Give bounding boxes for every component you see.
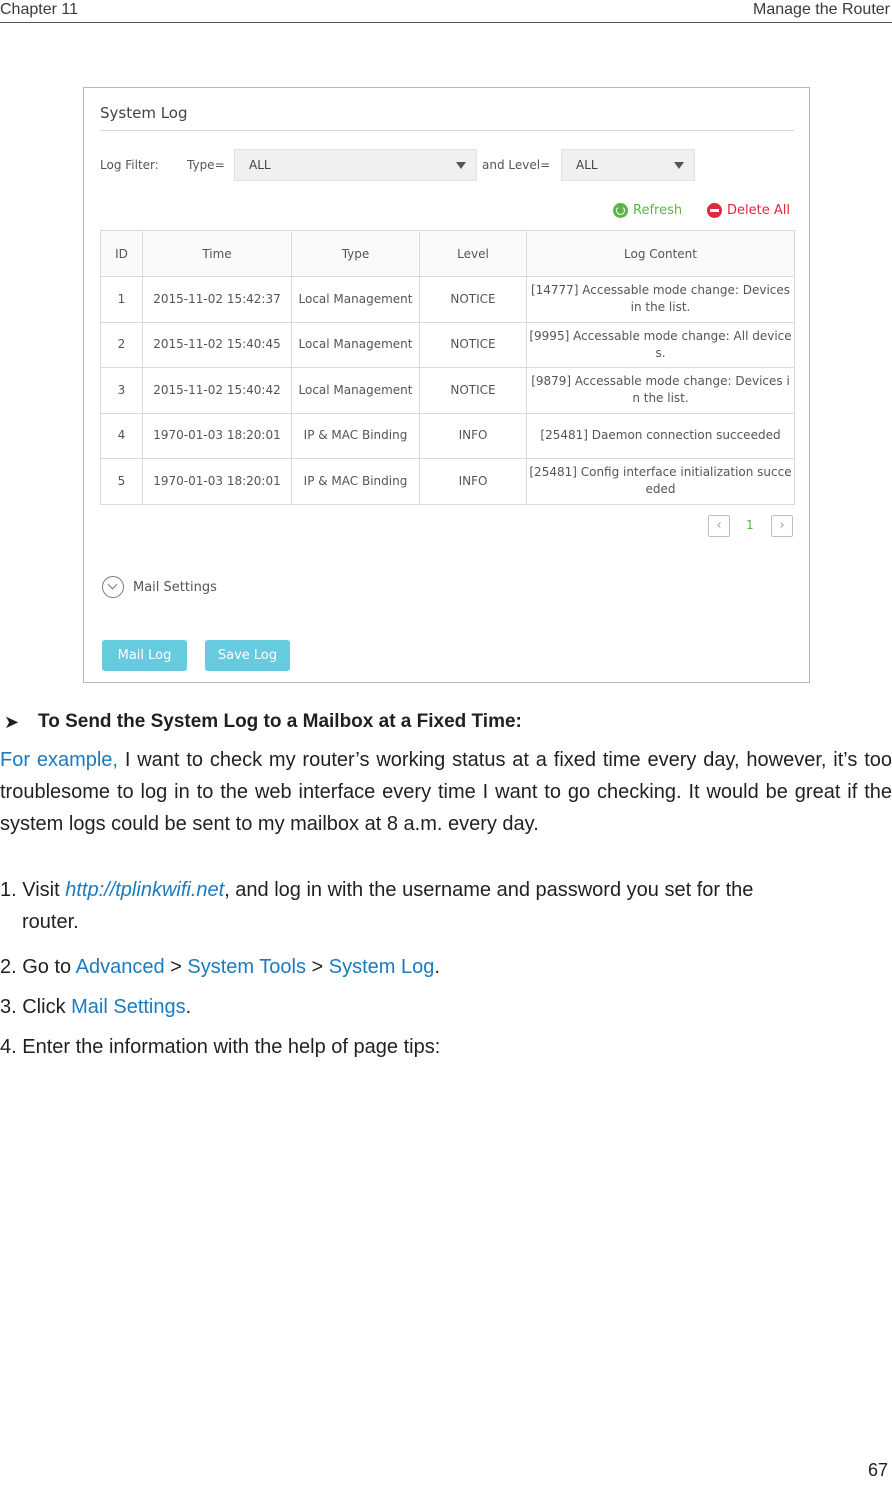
cell-log-content: [9995] Accessable mode change: All devic… bbox=[526, 321, 795, 368]
tplinkwifi-link[interactable]: http://tplinkwifi.net bbox=[65, 879, 224, 901]
cell-id: 4 bbox=[100, 412, 143, 459]
cell-log-content: [14777] Accessable mode change: Devices … bbox=[526, 276, 795, 323]
cell-log-content: [25481] Config interface initialization … bbox=[526, 458, 795, 505]
step-1: 1. Visit http://tplinkwifi.net, and log … bbox=[0, 874, 892, 906]
cell-type: IP & MAC Binding bbox=[291, 458, 420, 505]
page-number-current[interactable]: 1 bbox=[746, 518, 754, 532]
step-2: 2. Go to Advanced > System Tools > Syste… bbox=[0, 951, 892, 983]
section-heading: To Send the System Log to a Mailbox at a… bbox=[38, 711, 522, 732]
table-row: 2 2015-11-02 15:40:45 Local Management N… bbox=[100, 321, 795, 368]
cell-time: 2015-11-02 15:42:37 bbox=[142, 276, 292, 323]
column-header-time: Time bbox=[142, 230, 292, 277]
step-2-prefix: 2. Go to bbox=[0, 956, 76, 978]
cell-log-content: [25481] Daemon connection succeeded bbox=[526, 412, 795, 459]
step-4: 4. Enter the information with the help o… bbox=[0, 1036, 441, 1058]
arrow-bullet-icon: ➤ bbox=[4, 712, 20, 732]
cell-type: Local Management bbox=[291, 367, 420, 414]
log-filter-label: Log Filter: bbox=[100, 158, 159, 172]
step-2-end: . bbox=[434, 956, 440, 978]
step-3-end: . bbox=[185, 996, 192, 1018]
table-row: 1 2015-11-02 15:42:37 Local Management N… bbox=[100, 276, 795, 323]
section-label: Manage the Router bbox=[753, 1, 890, 18]
cell-level: NOTICE bbox=[419, 276, 527, 323]
cell-time: 1970-01-03 18:20:01 bbox=[142, 412, 292, 459]
type-filter-label: Type= bbox=[187, 158, 225, 172]
mail-settings-ref: Mail Settings bbox=[71, 996, 186, 1018]
chapter-label: Chapter 11 bbox=[0, 1, 78, 18]
column-header-log-content: Log Content bbox=[526, 230, 795, 277]
chevron-right-icon: › bbox=[779, 518, 785, 533]
table-row: 3 2015-11-02 15:40:42 Local Management N… bbox=[100, 367, 795, 414]
dropdown-arrow-icon bbox=[456, 162, 466, 169]
cell-type: Local Management bbox=[291, 276, 420, 323]
system-log-panel: System Log Log Filter: Type= ALL and Lev… bbox=[83, 87, 810, 683]
cell-time: 2015-11-02 15:40:45 bbox=[142, 321, 292, 368]
type-select-value: ALL bbox=[249, 158, 271, 172]
cell-type: Local Management bbox=[291, 321, 420, 368]
chevron-left-icon: ‹ bbox=[716, 518, 722, 533]
cell-id: 3 bbox=[100, 367, 143, 414]
refresh-icon bbox=[613, 203, 628, 218]
nav-separator: > bbox=[164, 956, 188, 978]
dropdown-arrow-icon bbox=[674, 162, 684, 169]
nav-system-tools: System Tools bbox=[187, 956, 306, 978]
column-header-type: Type bbox=[291, 230, 420, 277]
table-row: 5 1970-01-03 18:20:01 IP & MAC Binding I… bbox=[100, 458, 795, 505]
column-header-id: ID bbox=[100, 230, 143, 277]
save-log-button[interactable]: Save Log bbox=[205, 640, 290, 671]
delete-icon bbox=[707, 203, 722, 218]
level-select[interactable]: ALL bbox=[561, 149, 695, 181]
refresh-label: Refresh bbox=[633, 203, 683, 218]
cell-level: INFO bbox=[419, 458, 527, 505]
page-number: 67 bbox=[867, 1460, 888, 1480]
cell-time: 2015-11-02 15:40:42 bbox=[142, 367, 292, 414]
example-lead: For example, bbox=[0, 749, 118, 771]
step-1-prefix: 1. Visit bbox=[0, 879, 66, 901]
example-body: I want to check my router’s working stat… bbox=[0, 749, 892, 835]
cell-id: 5 bbox=[100, 458, 143, 505]
step-3-prefix: 3. Click bbox=[0, 996, 72, 1018]
cell-id: 1 bbox=[100, 276, 143, 323]
step-1-continuation: router. bbox=[22, 911, 79, 933]
type-select[interactable]: ALL bbox=[234, 149, 477, 181]
page-header: Chapter 11 Manage the Router bbox=[0, 0, 892, 23]
mail-settings-toggle[interactable]: Mail Settings bbox=[102, 576, 217, 598]
mail-log-button[interactable]: Mail Log bbox=[102, 640, 187, 671]
previous-page-button[interactable]: ‹ bbox=[708, 515, 730, 537]
chevron-down-circle-icon bbox=[102, 576, 124, 598]
cell-id: 2 bbox=[100, 321, 143, 368]
nav-system-log: System Log bbox=[328, 956, 435, 978]
cell-level: NOTICE bbox=[419, 321, 527, 368]
mail-settings-label: Mail Settings bbox=[133, 579, 217, 595]
cell-time: 1970-01-03 18:20:01 bbox=[142, 458, 292, 505]
cell-level: INFO bbox=[419, 412, 527, 459]
cell-type: IP & MAC Binding bbox=[291, 412, 420, 459]
step-1-suffix: , and log in with the username and passw… bbox=[224, 879, 754, 901]
cell-level: NOTICE bbox=[419, 367, 527, 414]
delete-all-label: Delete All bbox=[727, 203, 790, 218]
title-divider bbox=[100, 130, 794, 131]
table-row: 4 1970-01-03 18:20:01 IP & MAC Binding I… bbox=[100, 412, 795, 459]
example-paragraph: For example, I want to check my router’s… bbox=[0, 744, 892, 840]
table-header-row: ID Time Type Level Log Content bbox=[100, 230, 795, 277]
nav-separator: > bbox=[305, 956, 329, 978]
level-select-value: ALL bbox=[576, 158, 598, 172]
step-3: 3. Click Mail Settings. bbox=[0, 991, 892, 1023]
level-filter-label: and Level= bbox=[482, 158, 551, 172]
column-header-level: Level bbox=[419, 230, 527, 277]
nav-advanced: Advanced bbox=[75, 956, 165, 978]
refresh-button[interactable]: Refresh bbox=[613, 203, 682, 218]
log-table: ID Time Type Level Log Content 1 2015-11… bbox=[100, 230, 795, 505]
cell-log-content: [9879] Accessable mode change: Devices i… bbox=[526, 367, 795, 414]
delete-all-button[interactable]: Delete All bbox=[707, 203, 790, 218]
next-page-button[interactable]: › bbox=[771, 515, 793, 537]
panel-title: System Log bbox=[100, 104, 188, 122]
